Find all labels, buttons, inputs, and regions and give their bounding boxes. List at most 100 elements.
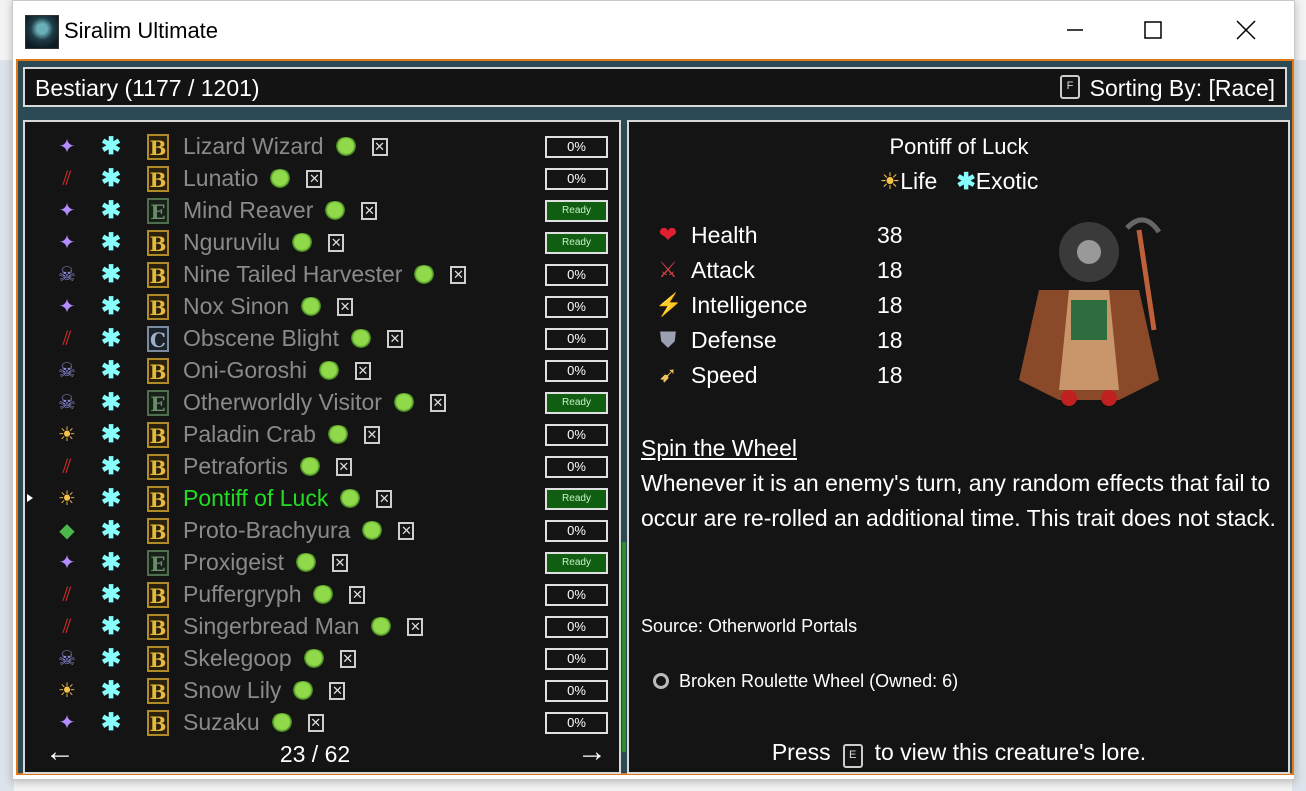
slime-icon xyxy=(291,680,316,701)
exotic-race-icon: ✱ xyxy=(100,549,122,576)
crossed-box-icon: ✕ xyxy=(331,553,348,572)
creature-row[interactable]: ✦ ✱ B Nox Sinon ✕ 0% xyxy=(25,290,619,322)
sword-icon: ⚔ xyxy=(658,257,678,282)
creature-row[interactable]: ☀ ✱ B Paladin Crab ✕ 0% xyxy=(25,418,619,450)
sorcery-class-icon: ✦ xyxy=(58,136,76,158)
chaos-class-icon: ⫽ xyxy=(62,584,72,606)
tier-badge: B xyxy=(147,518,169,544)
creature-row[interactable]: ✦ ✱ B Lizard Wizard ✕ 0% xyxy=(25,130,619,162)
game-viewport: Bestiary (1177 / 1201) F Sorting By: [Ra… xyxy=(16,59,1294,775)
next-page-arrow[interactable]: → xyxy=(577,735,607,769)
exotic-race-icon: ✱ xyxy=(100,165,122,192)
chaos-class-icon: ⫽ xyxy=(62,456,72,478)
trait-name: Spin the Wheel xyxy=(641,435,797,461)
tier-badge: B xyxy=(147,294,169,320)
creature-row[interactable]: ✦ ✱ E Proxigeist ✕ Ready xyxy=(25,546,619,578)
crossed-box-icon: ✕ xyxy=(386,329,403,348)
slime-icon xyxy=(269,712,294,733)
creature-row-name: Nox Sinon ✕ xyxy=(183,293,354,320)
crossed-box-icon: ✕ xyxy=(329,681,346,700)
crossed-box-icon: ✕ xyxy=(337,297,354,316)
exotic-race-icon: ✱ xyxy=(100,293,122,320)
exotic-race-icon: ✱ xyxy=(100,581,122,608)
creature-row[interactable]: ⫽ ✱ C Obscene Blight ✕ 0% xyxy=(25,322,619,354)
progress-badge: 0% xyxy=(545,136,608,158)
crossed-box-icon: ✕ xyxy=(398,521,415,540)
creature-row-name: Pontiff of Luck ✕ xyxy=(183,485,393,512)
item-label: Broken Roulette Wheel (Owned: 6) xyxy=(679,671,959,691)
slime-icon xyxy=(323,200,348,221)
creature-row[interactable]: ⫽ ✱ B Singerbread Man ✕ 0% xyxy=(25,610,619,642)
stat-intelligence: ⚡ Intelligence 18 xyxy=(655,290,915,325)
page-indicator: 23 / 62 xyxy=(279,741,351,767)
progress-badge: 0% xyxy=(545,168,608,190)
slime-icon xyxy=(299,296,324,317)
exotic-race-icon: ✱ xyxy=(100,261,122,288)
creature-row-name: Otherworldly Visitor ✕ xyxy=(183,389,446,416)
progress-badge: 0% xyxy=(545,616,608,638)
bestiary-title: Bestiary (1177 / 1201) xyxy=(35,75,260,101)
creature-row[interactable]: ✦ ✱ E Mind Reaver ✕ Ready xyxy=(25,194,619,226)
creature-row[interactable]: ◆ ✱ B Proto-Brachyura ✕ 0% xyxy=(25,514,619,546)
list-scrollbar[interactable] xyxy=(622,542,626,752)
tier-badge: B xyxy=(147,454,169,480)
pager: ← 23 / 62 → xyxy=(25,735,619,769)
keyboard-e-icon[interactable]: E xyxy=(842,744,863,768)
death-class-icon: ☠ xyxy=(58,264,76,286)
creature-row[interactable]: ⫽ ✱ B Lunatio ✕ 0% xyxy=(25,162,619,194)
creature-row-name: Skelegoop ✕ xyxy=(183,645,356,672)
maximize-button[interactable] xyxy=(1130,9,1176,51)
slime-icon xyxy=(333,136,358,157)
creature-row[interactable]: ⫽ ✱ B Petrafortis ✕ 0% xyxy=(25,450,619,482)
creature-row-name: Puffergryph ✕ xyxy=(183,581,366,608)
stat-value: 18 xyxy=(877,327,903,353)
stat-value: 18 xyxy=(877,362,903,388)
exotic-race-icon: ✱ xyxy=(100,677,122,704)
creature-row[interactable]: ☠ ✱ B Nine Tailed Harvester ✕ 0% xyxy=(25,258,619,290)
sorcery-class-icon: ✦ xyxy=(58,712,76,734)
minimize-button[interactable] xyxy=(1052,9,1098,51)
exotic-race-icon: ✱ xyxy=(100,357,122,384)
close-button[interactable] xyxy=(1223,9,1269,51)
slime-icon xyxy=(348,328,373,349)
creature-row[interactable]: ☀ ✱ B Snow Lily ✕ 0% xyxy=(25,674,619,706)
tier-badge: B xyxy=(147,582,169,608)
exotic-race-icon: ✱ xyxy=(956,168,976,194)
stat-attack: ⚔ Attack 18 xyxy=(655,255,915,290)
creature-row-label: Nguruvilu xyxy=(183,229,281,255)
stat-value: 18 xyxy=(877,292,903,318)
creature-row[interactable]: ⫽ ✱ B Puffergryph ✕ 0% xyxy=(25,578,619,610)
creature-row-name: Nine Tailed Harvester ✕ xyxy=(183,261,467,288)
tier-badge: E xyxy=(147,198,169,224)
death-class-icon: ☠ xyxy=(58,392,76,414)
crossed-box-icon: ✕ xyxy=(339,649,356,668)
exotic-race-icon: ✱ xyxy=(100,325,122,352)
app-icon xyxy=(25,15,59,49)
tier-badge: B xyxy=(147,166,169,192)
life-class-icon: ☀ xyxy=(58,488,76,510)
slime-icon xyxy=(316,360,341,381)
stat-label: Intelligence xyxy=(691,292,808,318)
selection-cursor-icon xyxy=(27,494,33,502)
crossed-box-icon: ✕ xyxy=(306,169,323,188)
roulette-wheel-icon xyxy=(653,673,669,689)
creature-row-label: Oni-Goroshi xyxy=(183,357,307,383)
creature-row-label: Obscene Blight xyxy=(183,325,339,351)
slime-icon xyxy=(293,552,318,573)
progress-badge: 0% xyxy=(545,424,608,446)
creature-row[interactable]: ✦ ✱ B Suzaku ✕ 0% xyxy=(25,706,619,738)
progress-badge: 0% xyxy=(545,264,608,286)
tier-badge: B xyxy=(147,614,169,640)
wing-icon: ➹ xyxy=(658,362,678,387)
app-window: Siralim Ultimate Bestiary (1177 / 1201) … xyxy=(12,0,1295,780)
creature-row[interactable]: ✦ ✱ B Nguruvilu ✕ Ready xyxy=(25,226,619,258)
sorcery-class-icon: ✦ xyxy=(58,296,76,318)
creature-row[interactable]: ☠ ✱ B Skelegoop ✕ 0% xyxy=(25,642,619,674)
slime-icon xyxy=(412,264,437,285)
creature-row[interactable]: ☠ ✱ E Otherworldly Visitor ✕ Ready xyxy=(25,386,619,418)
sorting-label[interactable]: Sorting By: [Race] xyxy=(1090,75,1275,102)
stat-value: 18 xyxy=(877,257,903,283)
creature-source: Source: Otherworld Portals xyxy=(641,616,858,636)
creature-row[interactable]: ☠ ✱ B Oni-Goroshi ✕ 0% xyxy=(25,354,619,386)
creature-row[interactable]: ☀ ✱ B Pontiff of Luck ✕ Ready xyxy=(25,482,619,514)
